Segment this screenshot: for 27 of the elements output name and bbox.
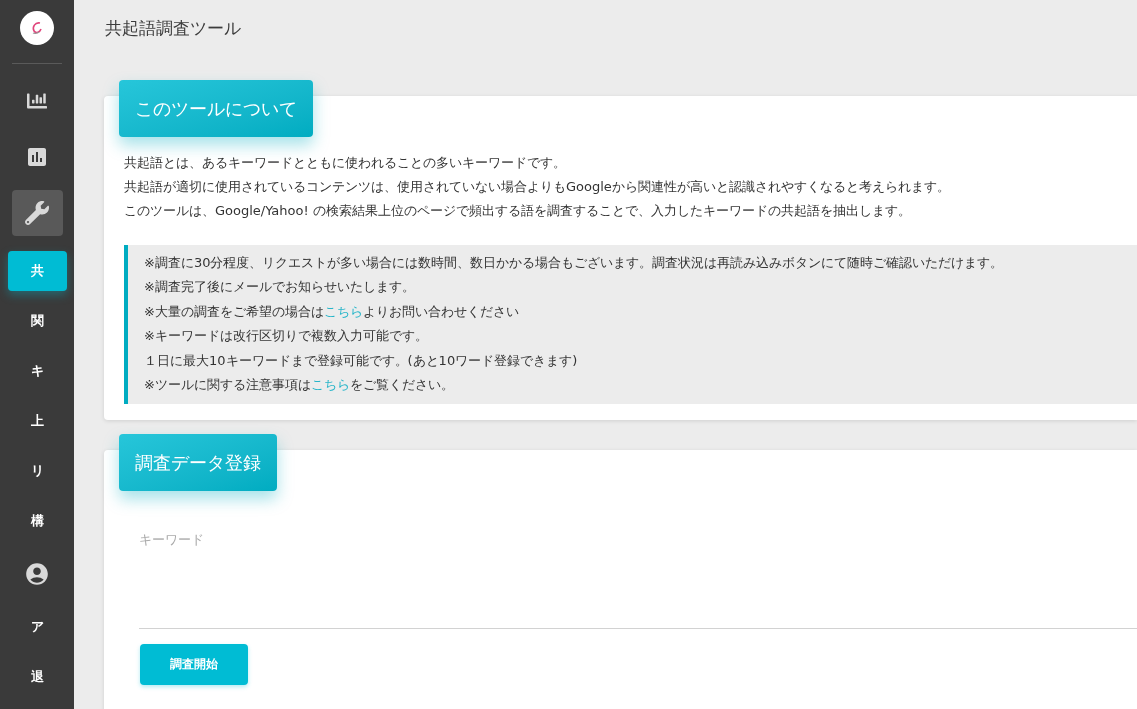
sidebar-item[interactable]: ア — [7, 607, 67, 647]
description-text: 共起語とは、あるキーワードとともに使われることの多いキーワードです。 — [124, 153, 567, 172]
note-text: ※調査完了後にメールでお知らせいたします。 — [144, 278, 416, 296]
keyword-field[interactable]: キーワード — [139, 529, 1137, 629]
card-heading: このツールについて — [119, 79, 313, 137]
sidebar-item[interactable]: 構 — [7, 501, 67, 541]
note-text: ※キーワードは改行区切りで複数入力可能です。 — [144, 327, 429, 345]
keyword-input[interactable]: キーワード — [139, 529, 539, 622]
card-heading: 調査データ登録 — [119, 433, 277, 491]
sidebar-item[interactable]: 関 — [7, 301, 67, 341]
description-text: このツールは、Google/Yahoo! の検索結果上位のページで頻出する語を調査することで、入力したキーワードの共起語を抽出します。 — [124, 201, 912, 220]
note-text: ※ツールに関する注意事項はこちら をご覧ください。 — [144, 376, 455, 394]
description-text: 共起語が適切に使用されているコンテンツは、使用されていない場合よりもGoogleから関連性が高いと認識されやすくなると考えられます。 — [124, 177, 951, 196]
sidebar-item[interactable]: リ — [7, 451, 67, 491]
page-title: 共起語調査ツール — [105, 17, 242, 40]
sidebar-item[interactable]: キ — [7, 351, 67, 391]
sidebar-item[interactable]: 上 — [7, 401, 67, 441]
note-text: ※調査に30分程度、リクエストが多い場合には数時間、数日かかる場合もございます。調査状況は再読み込みボタンにて随時ご確認いただけます。 — [144, 253, 1005, 272]
note-text: １日に最大10キーワードまで登録可能です。(あと10ワード登録できます) — [144, 351, 579, 370]
bar-chart-icon — [27, 91, 47, 111]
logo-icon — [20, 11, 54, 45]
wrench-icon — [25, 201, 49, 225]
account-icon — [24, 561, 50, 587]
sidebar-item[interactable]: 退 — [7, 657, 67, 697]
chart-icon — [25, 145, 49, 169]
sidebar-icon-button[interactable] — [11, 190, 63, 236]
note-text: ※大量の調査をご希望の場合はこちら よりお問い合わせください — [144, 302, 520, 321]
